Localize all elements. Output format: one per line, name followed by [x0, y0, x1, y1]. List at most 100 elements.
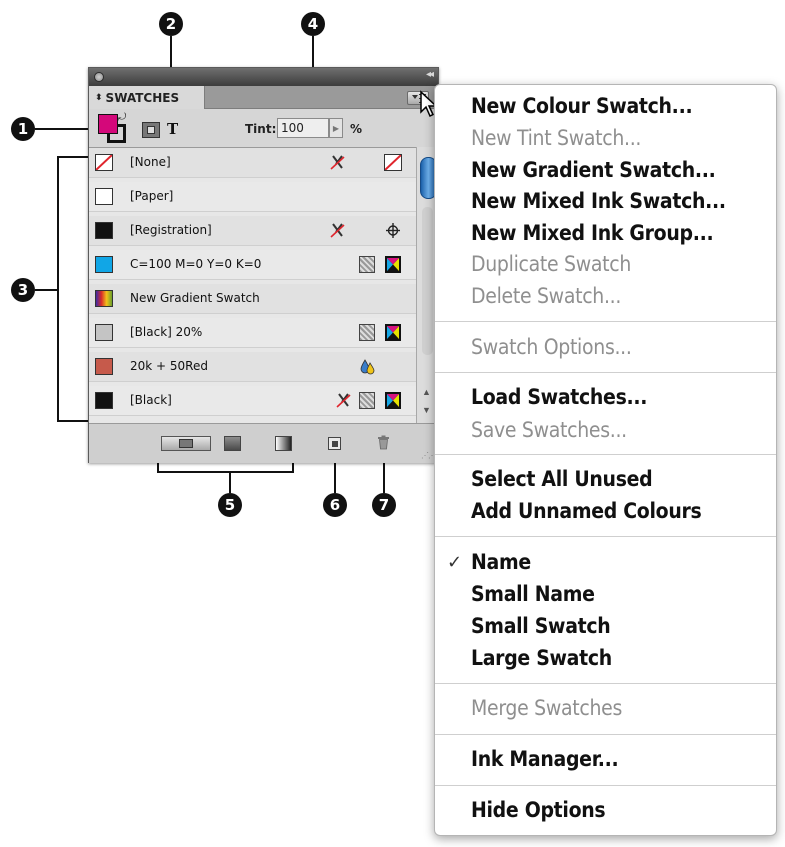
- callout-1: 1: [11, 117, 35, 141]
- menu-item-save-swatches[interactable]: Save Swatches...: [471, 418, 627, 442]
- collapse-icon[interactable]: ◂◂: [426, 69, 434, 80]
- swatch-chip: [95, 154, 113, 171]
- menu-separator: [435, 734, 776, 735]
- menu-item-new-tint-swatch[interactable]: New Tint Swatch...: [471, 126, 641, 150]
- formatting-affects-container-icon[interactable]: [142, 122, 160, 138]
- show-all-swatches-icon: [179, 439, 193, 448]
- swap-fill-stroke-icon[interactable]: ⤾: [118, 112, 126, 123]
- show-gradient-swatches-button[interactable]: [275, 436, 292, 451]
- callout-3-bracket-t: [57, 156, 89, 158]
- menu-item-ink-manager[interactable]: Ink Manager...: [471, 747, 619, 771]
- show-all-swatches-button[interactable]: [161, 436, 211, 451]
- swatch-row[interactable]: New Gradient Swatch: [89, 284, 416, 314]
- menu-item-select-all-unused[interactable]: Select All Unused: [471, 467, 653, 491]
- menu-item-duplicate-swatch[interactable]: Duplicate Swatch: [471, 252, 631, 276]
- new-swatch-button[interactable]: [328, 437, 341, 450]
- menu-item-new-colour-swatch[interactable]: New Colour Swatch...: [471, 94, 693, 118]
- menu-item-new-mixed-ink-swatch[interactable]: New Mixed Ink Swatch...: [471, 189, 726, 213]
- scroll-up-icon[interactable]: ▲: [422, 387, 431, 397]
- swatches-panel: ◂◂ ⬍ SWATCHES ⤾ T Tint: 100 ▶ % [None] […: [88, 67, 439, 463]
- tint-label: Tint:: [245, 122, 277, 136]
- menu-item-view-name[interactable]: Name: [471, 550, 531, 574]
- tab-toggle-icon: ⬍: [95, 92, 103, 103]
- swatch-name: [Black] 20%: [130, 325, 203, 339]
- swatch-row[interactable]: [None]: [89, 148, 416, 178]
- menu-item-view-large-swatch[interactable]: Large Swatch: [471, 646, 612, 670]
- menu-separator: [435, 454, 776, 455]
- close-icon[interactable]: [94, 72, 104, 82]
- swatch-name: [Paper]: [130, 189, 174, 203]
- show-color-swatches-button[interactable]: [224, 436, 241, 451]
- cmyk-icon: [385, 324, 401, 341]
- swatch-row[interactable]: [Registration]: [89, 216, 416, 246]
- scroll-down-icon[interactable]: ▼: [422, 405, 431, 415]
- fill-icon[interactable]: [98, 114, 118, 134]
- callout-7-leader: [383, 461, 385, 493]
- menu-item-view-small-swatch[interactable]: Small Swatch: [471, 614, 611, 638]
- callout-6-leader: [334, 461, 336, 493]
- menu-separator: [435, 536, 776, 537]
- menu-separator: [435, 321, 776, 322]
- menu-item-merge-swatches[interactable]: Merge Swatches: [471, 696, 622, 720]
- callout-3-bracket: [57, 156, 59, 422]
- tint-slider-arrow-icon[interactable]: ▶: [329, 118, 343, 138]
- resize-grip-icon[interactable]: ⋰⋰: [421, 451, 436, 460]
- swatch-name: [Registration]: [130, 223, 212, 237]
- callout-6: 6: [323, 493, 347, 517]
- menu-separator: [435, 683, 776, 684]
- menu-separator: [435, 372, 776, 373]
- panel-titlebar[interactable]: ◂◂: [89, 68, 438, 86]
- panel-controls: ⤾ T Tint: 100 ▶ %: [89, 109, 438, 147]
- callout-3-leader: [35, 289, 58, 291]
- swatch-chip: [95, 324, 113, 341]
- menu-item-delete-swatch[interactable]: Delete Swatch...: [471, 284, 621, 308]
- checkmark-icon: ✓: [447, 552, 463, 573]
- formatting-affects-text-icon[interactable]: T: [167, 120, 178, 138]
- swatch-name: New Gradient Swatch: [130, 291, 260, 305]
- swatch-list: [None] [Paper] [Registration] C=100 M=0 …: [89, 147, 416, 424]
- process-color-icon: [359, 256, 375, 273]
- no-edit-icon: [330, 155, 345, 170]
- process-color-icon: [359, 392, 375, 409]
- fill-stroke-control[interactable]: ⤾: [98, 112, 126, 143]
- swatch-row[interactable]: 20k + 50Red: [89, 352, 416, 382]
- scrollbar-track[interactable]: [422, 207, 433, 355]
- tab-swatches[interactable]: ⬍ SWATCHES: [89, 86, 205, 109]
- menu-item-new-mixed-ink-group[interactable]: New Mixed Ink Group...: [471, 221, 714, 245]
- swatch-chip: [95, 222, 113, 239]
- delete-swatch-button[interactable]: [377, 435, 390, 450]
- swatch-row[interactable]: [Paper]: [89, 182, 416, 212]
- menu-item-view-small-name[interactable]: Small Name: [471, 582, 595, 606]
- swatch-name: 20k + 50Red: [130, 359, 208, 373]
- panel-tab-row: ⬍ SWATCHES: [89, 86, 438, 109]
- menu-item-swatch-options[interactable]: Swatch Options...: [471, 335, 632, 359]
- swatch-name: [Black]: [130, 393, 172, 407]
- callout-2: 2: [159, 12, 183, 36]
- callout-5: 5: [218, 493, 242, 517]
- swatch-row[interactable]: [Black] 20%: [89, 318, 416, 348]
- callout-3: 3: [11, 278, 35, 302]
- menu-item-new-gradient-swatch[interactable]: New Gradient Swatch...: [471, 158, 716, 182]
- panel-bottom-bar: ⋰⋰: [89, 423, 438, 463]
- swatch-name: [None]: [130, 155, 171, 169]
- menu-item-add-unnamed-colours[interactable]: Add Unnamed Colours: [471, 499, 702, 523]
- menu-item-hide-options[interactable]: Hide Options: [471, 798, 606, 822]
- new-swatch-icon: [332, 441, 338, 447]
- swatch-chip: [95, 256, 113, 273]
- tab-label: SWATCHES: [105, 90, 180, 105]
- process-color-icon: [359, 324, 375, 341]
- tint-input[interactable]: 100: [277, 118, 329, 138]
- trash-icon: [378, 435, 389, 450]
- swatches-flyout-menu: New Colour Swatch... New Tint Swatch... …: [434, 84, 777, 836]
- cmyk-icon: [385, 392, 401, 409]
- no-edit-icon: [336, 393, 351, 408]
- callout-3-bracket-b: [57, 420, 89, 422]
- menu-item-load-swatches[interactable]: Load Swatches...: [471, 385, 647, 409]
- swatch-chip: [95, 188, 113, 205]
- color-mode-icon: [384, 154, 402, 171]
- cmyk-icon: [385, 256, 401, 273]
- swatch-row[interactable]: [Black]: [89, 386, 416, 416]
- swatch-row[interactable]: C=100 M=0 Y=0 K=0: [89, 250, 416, 280]
- callout-7: 7: [372, 493, 396, 517]
- callout-5-leader: [229, 471, 231, 493]
